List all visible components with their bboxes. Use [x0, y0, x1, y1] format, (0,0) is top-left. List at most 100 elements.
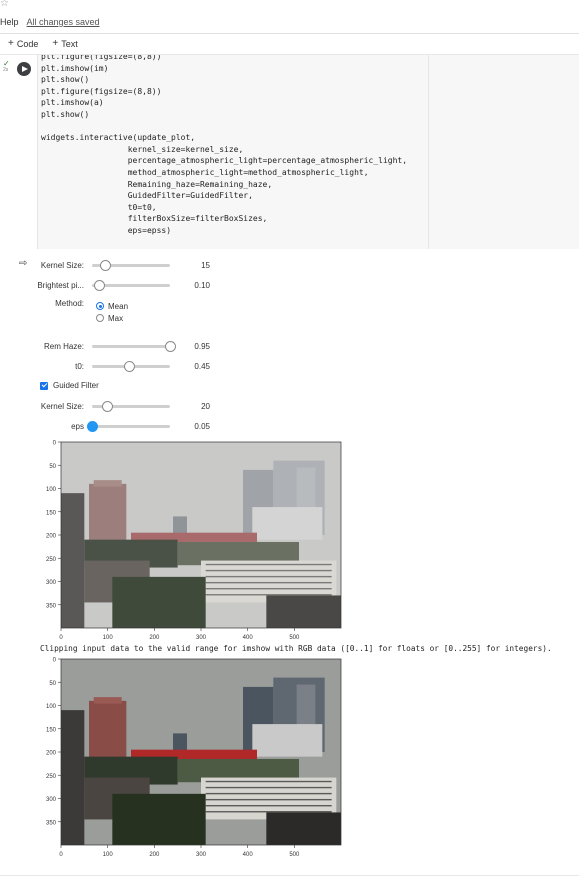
checkbox-checked[interactable] — [40, 381, 48, 390]
check-icon: ✓ 2s — [3, 60, 10, 74]
x-tick-label: 400 — [243, 852, 254, 858]
radio-dot-selected[interactable] — [96, 302, 104, 310]
window-row — [205, 792, 332, 795]
radio-dot[interactable] — [96, 314, 104, 322]
add-text-label: Text — [61, 38, 78, 49]
building — [252, 507, 323, 540]
hazy-image-plot: 0 50 100 150 200 250 300 350 0 100 200 300 400 500 — [30, 438, 350, 650]
building — [252, 724, 323, 757]
building — [266, 812, 341, 845]
plus-icon: + — [52, 38, 59, 49]
slider-handle[interactable] — [94, 280, 106, 291]
slider-handle[interactable] — [86, 421, 98, 432]
kernel-size-value: 15 — [201, 261, 210, 270]
radio-max-label: Max — [108, 313, 124, 323]
y-tick-label: 0 — [53, 441, 57, 447]
code-cell[interactable]: ✓ 2s plt.figure(figsize=(8,8)) plt.imsho… — [0, 55, 579, 249]
y-tick-label: 150 — [46, 727, 57, 733]
window-row — [205, 594, 332, 596]
rem-haze-value: 0.95 — [194, 342, 210, 351]
hazy-image-figure: 0 50 100 150 200 250 300 350 0 100 200 300 400 500 — [46, 441, 342, 641]
dehazed-image-figure: 0 50 100 150 200 250 300 350 0 100 200 300 400 500 — [46, 658, 342, 858]
t0-slider[interactable] — [92, 361, 170, 372]
radio-mean[interactable]: Mean — [96, 300, 128, 312]
code-text[interactable]: plt.figure(figsize=(8,8)) plt.imshow(im)… — [38, 55, 579, 237]
x-tick-label: 0 — [59, 635, 63, 641]
building — [173, 516, 187, 535]
y-tick-label: 300 — [46, 797, 57, 803]
cell-gutter: ✓ 2s — [0, 55, 36, 249]
x-tick-label: 0 — [59, 852, 63, 858]
add-code-label: Code — [16, 38, 39, 49]
plus-icon: + — [8, 38, 14, 49]
window-row — [205, 569, 332, 572]
star-icon[interactable]: ☆ — [0, 0, 9, 9]
menu-bar: Help All changes saved — [0, 14, 100, 30]
image-area — [61, 659, 341, 845]
method-radio-group: Mean Max — [96, 300, 128, 324]
save-status[interactable]: All changes saved — [27, 17, 100, 27]
y-tick-label: 100 — [46, 704, 57, 710]
slider-track — [92, 425, 170, 428]
filter-kernel-label: Kernel Size: — [40, 402, 84, 411]
tower — [89, 483, 127, 545]
y-tick-label: 250 — [46, 557, 57, 563]
window-row — [205, 811, 332, 813]
clipping-warning: Clipping input data to the valid range f… — [40, 644, 552, 653]
kernel-size-widget: Kernel Size: 15 — [0, 260, 210, 271]
y-tick-label: 350 — [46, 603, 57, 609]
slider-handle[interactable] — [99, 260, 111, 271]
building — [61, 493, 85, 628]
exec-time: 2s — [3, 67, 9, 73]
window-row — [205, 575, 332, 578]
bottom-divider — [0, 875, 579, 876]
x-tick-label: 300 — [196, 852, 207, 858]
kernel-size-label: Kernel Size: — [40, 261, 84, 270]
play-circle-icon[interactable] — [17, 62, 31, 76]
y-tick-label: 350 — [46, 820, 57, 826]
x-tick-label: 300 — [196, 635, 207, 641]
window-row — [205, 588, 332, 590]
eps-value: 0.05 — [194, 422, 210, 431]
y-tick-label: 50 — [49, 681, 56, 687]
eps-label: eps — [71, 422, 84, 431]
t0-label: t0: — [75, 362, 84, 371]
guided-filter-checkbox[interactable]: Guided Filter — [40, 381, 99, 390]
menu-help[interactable]: Help — [0, 17, 19, 27]
building — [61, 710, 85, 845]
brightest-widget: Brightest pi... 0.10 — [0, 280, 210, 291]
radio-mean-label: Mean — [108, 301, 129, 311]
y-tick-label: 150 — [46, 510, 57, 516]
guided-filter-label: Guided Filter — [53, 381, 99, 390]
code-editor[interactable]: plt.figure(figsize=(8,8)) plt.imshow(im)… — [37, 55, 579, 249]
window-row — [205, 780, 332, 783]
x-tick-label: 400 — [243, 635, 254, 641]
add-code-button[interactable]: + Code — [8, 38, 38, 49]
kernel-size-slider[interactable] — [92, 260, 170, 271]
rem-haze-slider[interactable] — [92, 341, 176, 352]
x-tick-label: 100 — [103, 635, 114, 641]
x-tick-label: 500 — [289, 635, 300, 641]
y-tick-label: 0 — [53, 658, 57, 664]
slider-handle[interactable] — [102, 401, 114, 412]
x-tick-label: 500 — [289, 852, 300, 858]
slider-track — [92, 345, 170, 348]
slider-handle[interactable] — [164, 341, 176, 352]
image-area — [61, 442, 341, 628]
tower-top — [93, 480, 122, 487]
add-text-button[interactable]: + Text — [52, 38, 77, 49]
header-divider — [0, 33, 579, 34]
filter-kernel-widget: Kernel Size: 20 — [0, 401, 210, 412]
eps-slider[interactable] — [86, 421, 170, 432]
building — [266, 595, 341, 628]
radio-max[interactable]: Max — [96, 312, 128, 324]
brightest-label: Brightest pi... — [37, 281, 84, 290]
brightest-slider[interactable] — [92, 280, 170, 291]
method-label: Method: — [55, 299, 84, 308]
x-tick-label: 200 — [149, 852, 160, 858]
filter-kernel-slider[interactable] — [92, 401, 170, 412]
y-tick-label: 100 — [46, 487, 57, 493]
x-tick-label: 100 — [103, 852, 114, 858]
slider-handle[interactable] — [123, 361, 135, 372]
brightest-value: 0.10 — [194, 281, 210, 290]
